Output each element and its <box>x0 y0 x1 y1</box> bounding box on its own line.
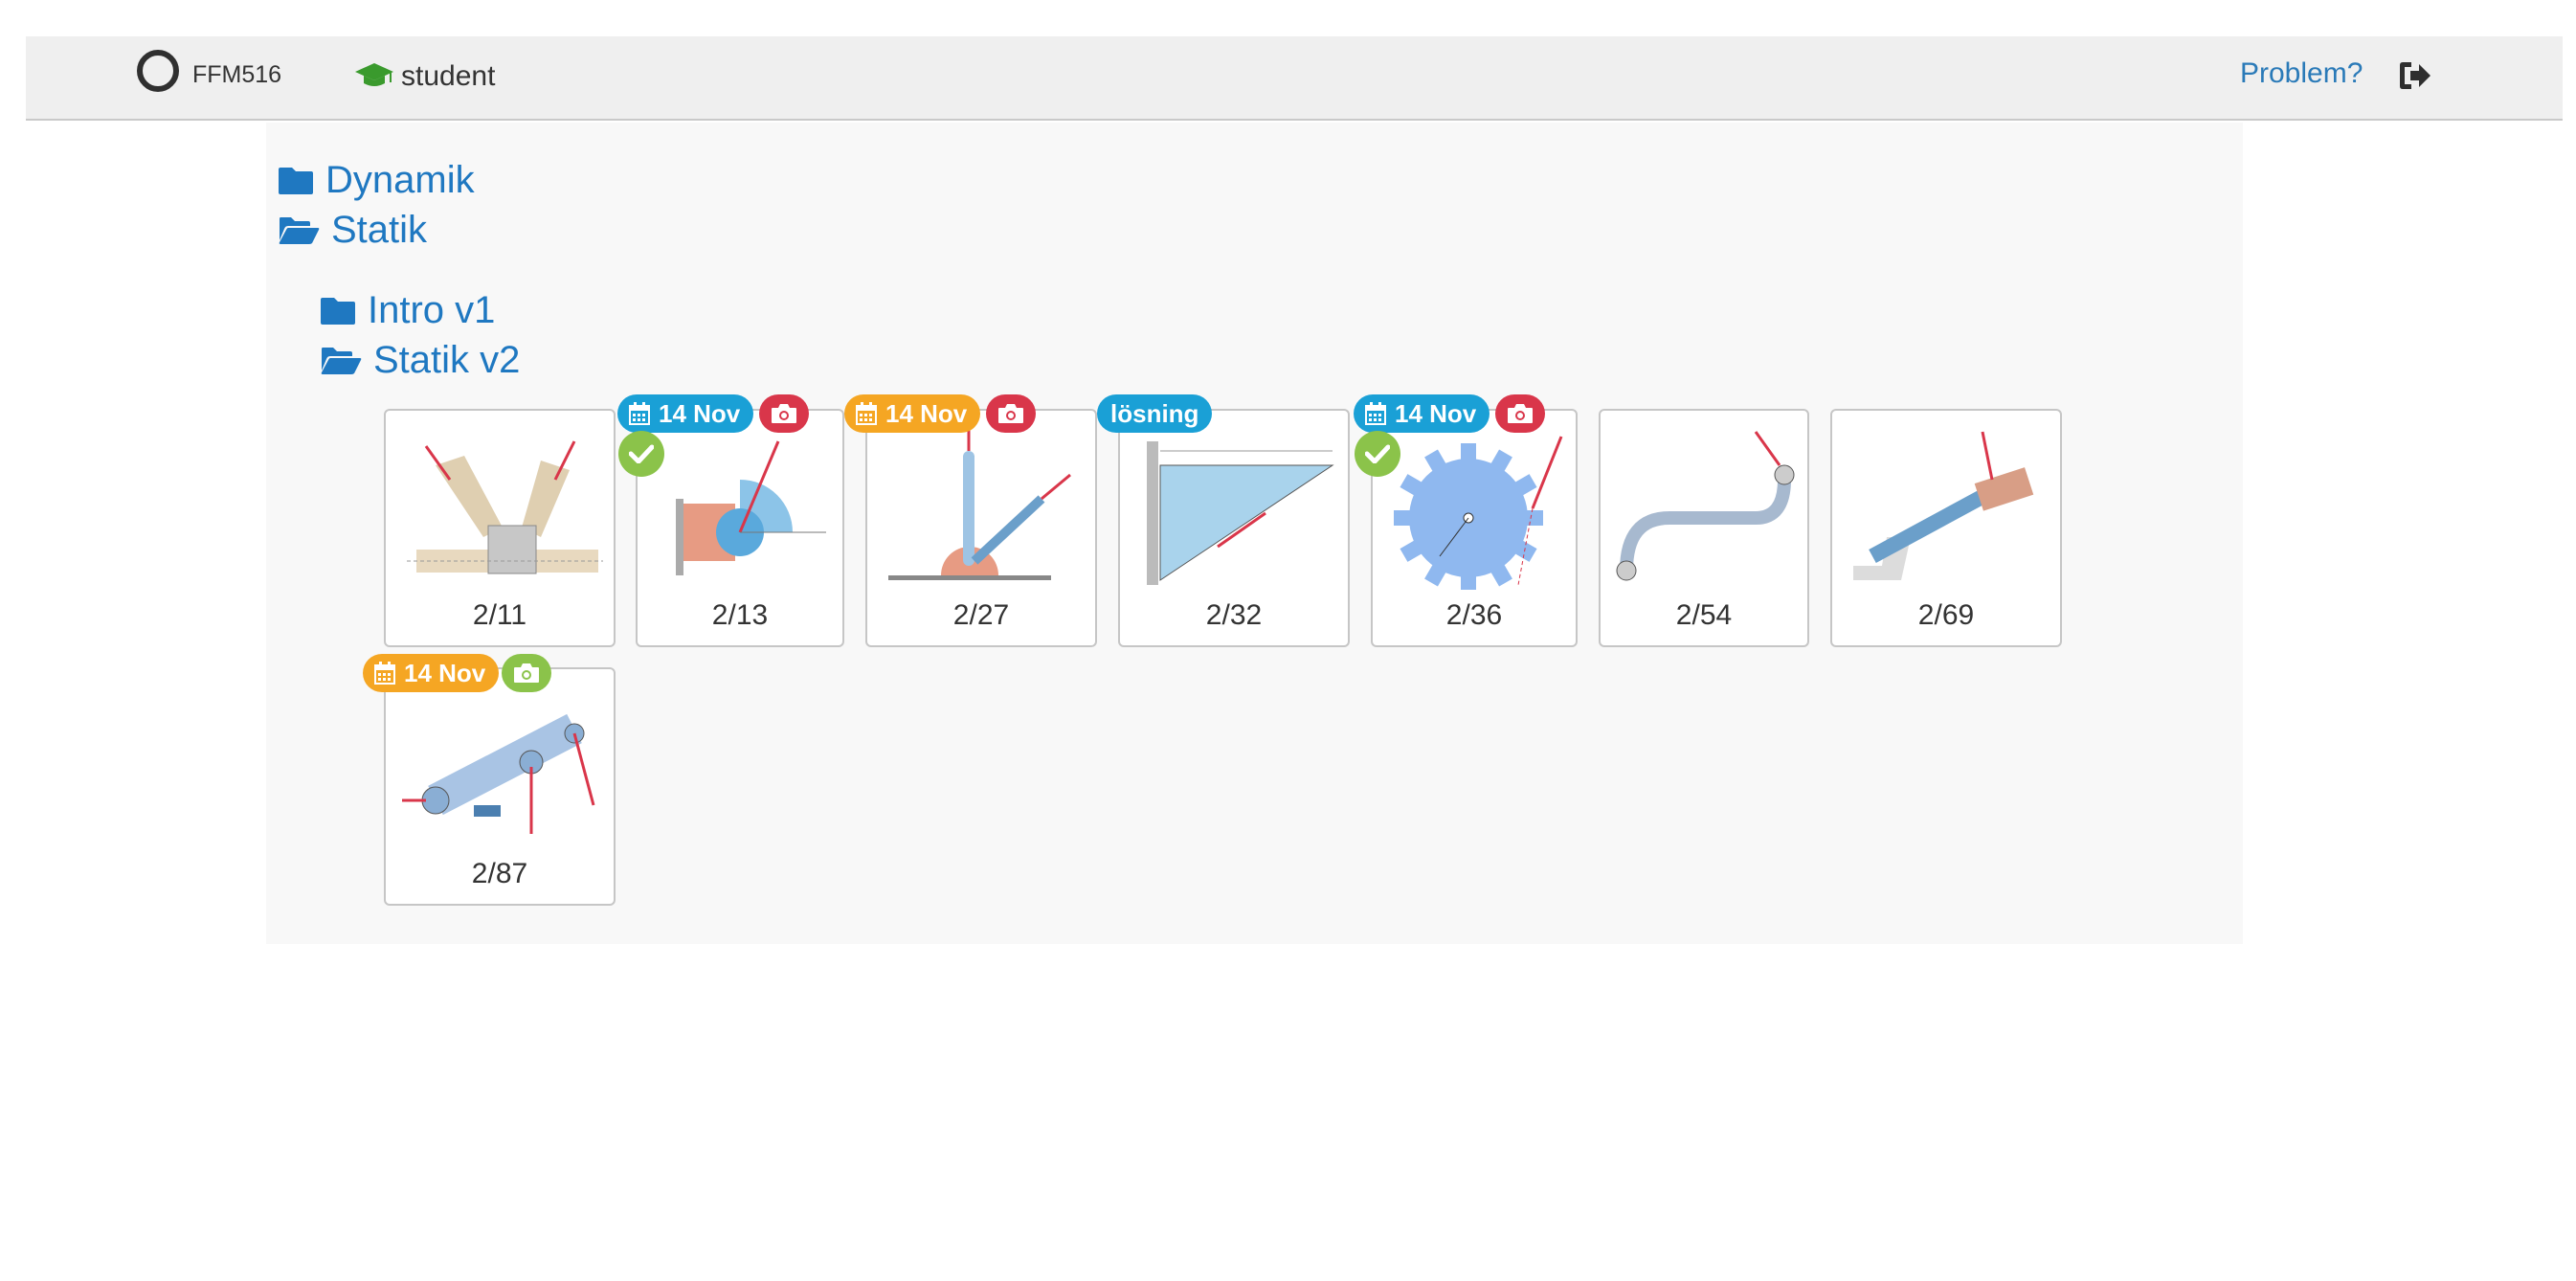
problem-number: 2/11 <box>472 599 527 631</box>
user-role: student <box>401 60 496 92</box>
problem-diagram-image <box>1394 436 1563 590</box>
problem-diagram-image <box>407 440 603 574</box>
problem-card-2-87[interactable]: 2/87 <box>384 667 616 906</box>
calendar-icon <box>629 402 650 425</box>
due-date-badge: 14 Nov <box>844 394 981 433</box>
problem-number: 2/36 <box>1445 599 1503 631</box>
problem-diagram-image <box>402 713 595 834</box>
problem-number: 2/54 <box>1675 599 1733 631</box>
folder-dynamik[interactable]: Dynamik <box>278 161 475 199</box>
solution-badge[interactable]: lösning <box>1097 394 1213 433</box>
course-code[interactable]: FFM516 <box>192 61 281 89</box>
calendar-icon <box>374 662 395 685</box>
problem-diagram-image <box>1853 431 2034 580</box>
problem-number: 2/32 <box>1205 599 1263 631</box>
problem-card-2-36[interactable]: 2/36 <box>1371 409 1578 647</box>
folder-label: Intro v1 <box>368 289 496 331</box>
folder-statik[interactable]: Statik <box>278 211 427 249</box>
due-date-badge: 14 Nov <box>1354 394 1490 433</box>
problem-number: 2/27 <box>952 599 1010 631</box>
problem-card-2-27[interactable]: 2/27 <box>865 409 1097 647</box>
problem-report-link[interactable]: Problem? <box>2240 57 2363 90</box>
problem-diagram-image <box>1147 441 1334 585</box>
folder-intro-v1[interactable]: Intro v1 <box>320 291 495 329</box>
folder-closed-icon <box>321 298 355 325</box>
camera-icon[interactable] <box>1495 394 1545 433</box>
solution-text: lösning <box>1110 398 1199 428</box>
camera-icon[interactable] <box>502 654 551 692</box>
camera-icon[interactable] <box>759 394 809 433</box>
top-navbar: FFM516 student Problem? <box>26 36 2563 121</box>
due-date-text: 14 Nov <box>659 398 741 428</box>
folder-closed-icon <box>279 168 313 194</box>
due-date-text: 14 Nov <box>404 658 486 687</box>
ring-logo-icon[interactable] <box>137 50 179 92</box>
due-date-badge: 14 Nov <box>617 394 754 433</box>
problem-card-2-69[interactable]: 2/69 <box>1830 409 2062 647</box>
problem-card-2-32[interactable]: 2/32 <box>1118 409 1350 647</box>
due-date-text: 14 Nov <box>1395 398 1477 428</box>
camera-icon[interactable] <box>986 394 1036 433</box>
calendar-icon <box>1365 402 1386 425</box>
folder-label: Statik <box>331 209 428 251</box>
folder-open-icon <box>321 348 362 374</box>
folder-label: Dynamik <box>325 159 475 201</box>
completed-check-icon <box>618 431 664 477</box>
calendar-icon <box>856 402 877 425</box>
problem-diagram-image <box>676 440 826 575</box>
problem-number: 2/87 <box>471 858 528 889</box>
folder-statik-v2[interactable]: Statik v2 <box>320 341 520 379</box>
completed-check-icon <box>1355 431 1400 477</box>
problem-card-2-13[interactable]: 2/13 <box>636 409 844 647</box>
folder-label: Statik v2 <box>373 339 521 381</box>
problem-diagram-image <box>888 427 1071 580</box>
due-date-badge: 14 Nov <box>363 654 500 692</box>
problem-card-2-54[interactable]: 2/54 <box>1599 409 1809 647</box>
folder-open-icon <box>279 217 320 244</box>
problem-card-2-11[interactable]: 2/11 <box>384 409 616 647</box>
sign-out-icon[interactable] <box>2398 59 2432 92</box>
problem-diagram-image <box>1616 431 1795 581</box>
graduation-cap-icon <box>355 63 393 86</box>
problem-number: 2/69 <box>1917 599 1975 631</box>
problem-number: 2/13 <box>711 599 769 631</box>
due-date-text: 14 Nov <box>885 398 968 428</box>
